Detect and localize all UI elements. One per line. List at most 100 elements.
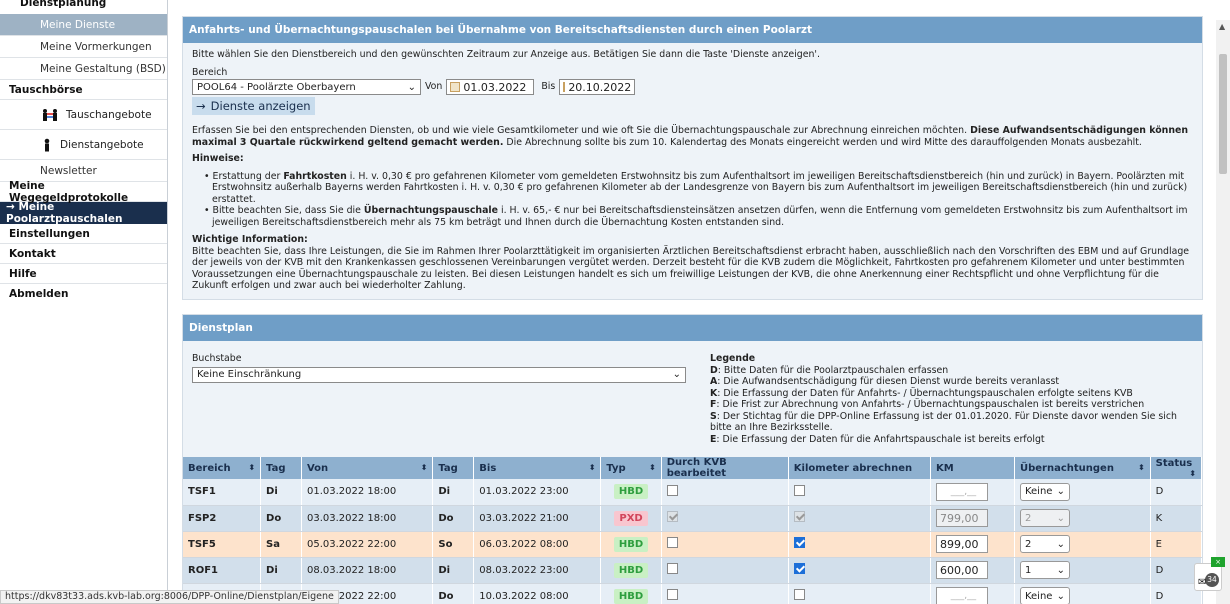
table-cell: 03.03.2022 21:00 [473, 505, 602, 532]
table-cell: Di [260, 557, 302, 584]
sort-icon[interactable]: ⬍ [248, 463, 255, 472]
bis-date-input[interactable]: 20.10.2022 [559, 79, 636, 95]
sort-icon[interactable]: ⬍ [589, 463, 596, 472]
checkbox[interactable] [666, 589, 678, 600]
typ-badge: HBD [613, 588, 649, 604]
table-cell: 08.03.2022 23:00 [473, 557, 602, 584]
table-cell: Do [260, 505, 302, 532]
chevron-down-icon: ⌄ [407, 81, 416, 93]
info-panel-title: Anfahrts- und Übernachtungspauschalen be… [183, 17, 1202, 43]
scrollbar[interactable]: ▲ [1216, 20, 1230, 604]
uebernachtungen-select[interactable]: Keine ⌄ [1019, 587, 1070, 604]
table-cell: 05.03.2022 22:00 [301, 531, 434, 558]
sidebar-item-abmelden[interactable]: Abmelden [0, 284, 167, 304]
hinweis-text: Erstattung der [212, 170, 284, 182]
typ-badge: HBD [613, 536, 649, 552]
table-cell: ___,__ [930, 479, 1015, 506]
km-input[interactable]: 600,00 [935, 561, 988, 579]
bereich-value: FSP2 [188, 512, 217, 524]
checkbox[interactable] [793, 537, 805, 548]
status-value: D [1155, 486, 1164, 498]
uebernachtungen-select[interactable]: 2 ⌄ [1019, 535, 1070, 553]
sidebar-item-meine-dienste[interactable]: Meine Dienste [0, 14, 167, 36]
km-input: 799,00 [935, 509, 988, 527]
sidebar: Dienstplanung Meine Dienste Meine Vormer… [0, 0, 168, 604]
bis-value: 06.03.2022 08:00 [479, 538, 569, 550]
table-cell [788, 557, 931, 584]
checkbox[interactable] [666, 484, 678, 496]
uebernachtungen-value: Keine [1024, 486, 1053, 498]
legende-item: D: Bitte Daten für die Poolarztpauschale… [710, 365, 1190, 377]
scrollbar-thumb[interactable] [1219, 54, 1227, 174]
von-date-input[interactable]: 01.03.2022 [446, 79, 535, 95]
column-header[interactable]: Bereich ⬍ [183, 457, 262, 479]
tag-value: Sa [266, 538, 280, 550]
column-header[interactable]: Von ⬍ [301, 457, 434, 479]
sidebar-item-dienstplanung[interactable]: Dienstplanung [0, 0, 167, 14]
chat-widget[interactable]: × 34 ✉ [1194, 557, 1225, 591]
column-header-label: Durch KVB bearbeitet [666, 457, 727, 479]
km-input[interactable]: ___,__ [935, 587, 988, 604]
bereich-select[interactable]: POOL64 - Poolärzte Oberbayern ⌄ [192, 79, 421, 95]
uebernachtungen-select[interactable]: 1 ⌄ [1019, 561, 1070, 579]
table-cell: HBD [600, 557, 662, 584]
sidebar-item-kontakt[interactable]: Kontakt [0, 244, 167, 264]
table-cell: 2 ⌄ [1014, 505, 1151, 532]
checkbox[interactable] [666, 537, 678, 548]
checkbox[interactable] [793, 589, 805, 600]
info-panel: Anfahrts- und Übernachtungspauschalen be… [182, 16, 1203, 300]
table-cell: Di [432, 479, 475, 506]
legende-text: : Bitte Daten für die Poolarztpauschalen… [717, 364, 949, 376]
table-cell [661, 557, 789, 584]
column-header[interactable]: Status ⬍ [1150, 457, 1203, 479]
table-cell [661, 531, 789, 558]
calendar-icon [450, 82, 461, 92]
von-value: 08.03.2022 18:00 [306, 564, 397, 576]
sort-icon[interactable]: ⬍ [1189, 469, 1196, 478]
status-value: K [1155, 512, 1163, 524]
table-cell: 06.03.2022 08:00 [473, 531, 602, 558]
close-icon[interactable]: × [1211, 557, 1225, 567]
buchstabe-select[interactable]: Keine Einschränkung ⌄ [192, 366, 686, 383]
checkbox[interactable] [793, 563, 805, 574]
uebernachtungen-select[interactable]: Keine ⌄ [1019, 482, 1070, 501]
sort-icon[interactable]: ⬍ [421, 463, 428, 472]
checkbox[interactable] [793, 484, 805, 496]
bis-value: 03.03.2022 21:00 [479, 512, 569, 524]
sidebar-item-hilfe[interactable]: Hilfe [0, 264, 167, 284]
hinweis-bold: Fahrtkosten [283, 170, 347, 182]
table-cell: HBD [600, 583, 662, 604]
sort-icon[interactable]: ⬍ [649, 463, 656, 472]
table-cell: 08.03.2022 18:00 [301, 557, 434, 584]
km-input[interactable]: ___,__ [935, 482, 988, 501]
sidebar-item-einstellungen[interactable]: Einstellungen [0, 224, 167, 244]
status-value: E [1155, 538, 1162, 550]
column-header-label: Übernachtungen [1019, 462, 1114, 474]
sidebar-item-wegegeld[interactable]: Meine Wegegeldprotokolle [0, 180, 167, 204]
km-input[interactable]: 899,00 [935, 535, 988, 553]
dienste-anzeigen-button[interactable]: → Dienste anzeigen [192, 97, 315, 115]
checkbox[interactable] [666, 563, 678, 574]
sidebar-item-poolarztpauschalen[interactable]: → Meine Poolarztpauschalen [0, 201, 167, 225]
column-header[interactable]: Bis ⬍ [473, 457, 602, 479]
uebernachtungen-value: Keine [1024, 590, 1053, 602]
table-row: TSF1 Di 01.03.2022 18:00 Di 01.03.2022 23:00… [183, 479, 1203, 506]
sidebar-item-meine-gestaltung[interactable]: Meine Gestaltung (BSD) [0, 58, 167, 80]
sort-icon[interactable]: ⬍ [1138, 463, 1145, 472]
table-cell: TSF1 [183, 479, 262, 506]
tag-value: Do [438, 590, 454, 602]
sidebar-item-tauschboerse[interactable]: Tauschbörse [0, 80, 167, 100]
table-cell: PXD [600, 505, 662, 532]
sidebar-item-dienstangebote[interactable]: Dienstangebote [0, 130, 167, 160]
scroll-up-icon[interactable]: ▲ [1219, 22, 1225, 31]
sidebar-item-meine-vormerkungen[interactable]: Meine Vormerkungen [0, 36, 167, 58]
table-cell: D [1150, 479, 1203, 506]
column-header[interactable]: Typ ⬍ [600, 457, 662, 479]
table-cell: Keine ⌄ [1014, 583, 1151, 604]
table-cell: Di [260, 479, 302, 506]
column-header[interactable]: Übernachtungen ⬍ [1014, 457, 1151, 479]
bis-value: 10.03.2022 08:00 [479, 590, 569, 602]
sidebar-item-tauschangebote[interactable]: Tauschangebote [0, 100, 167, 130]
sidebar-item-label: Dienstangebote [60, 138, 144, 151]
buchstabe-label: Buchstabe [192, 353, 242, 364]
